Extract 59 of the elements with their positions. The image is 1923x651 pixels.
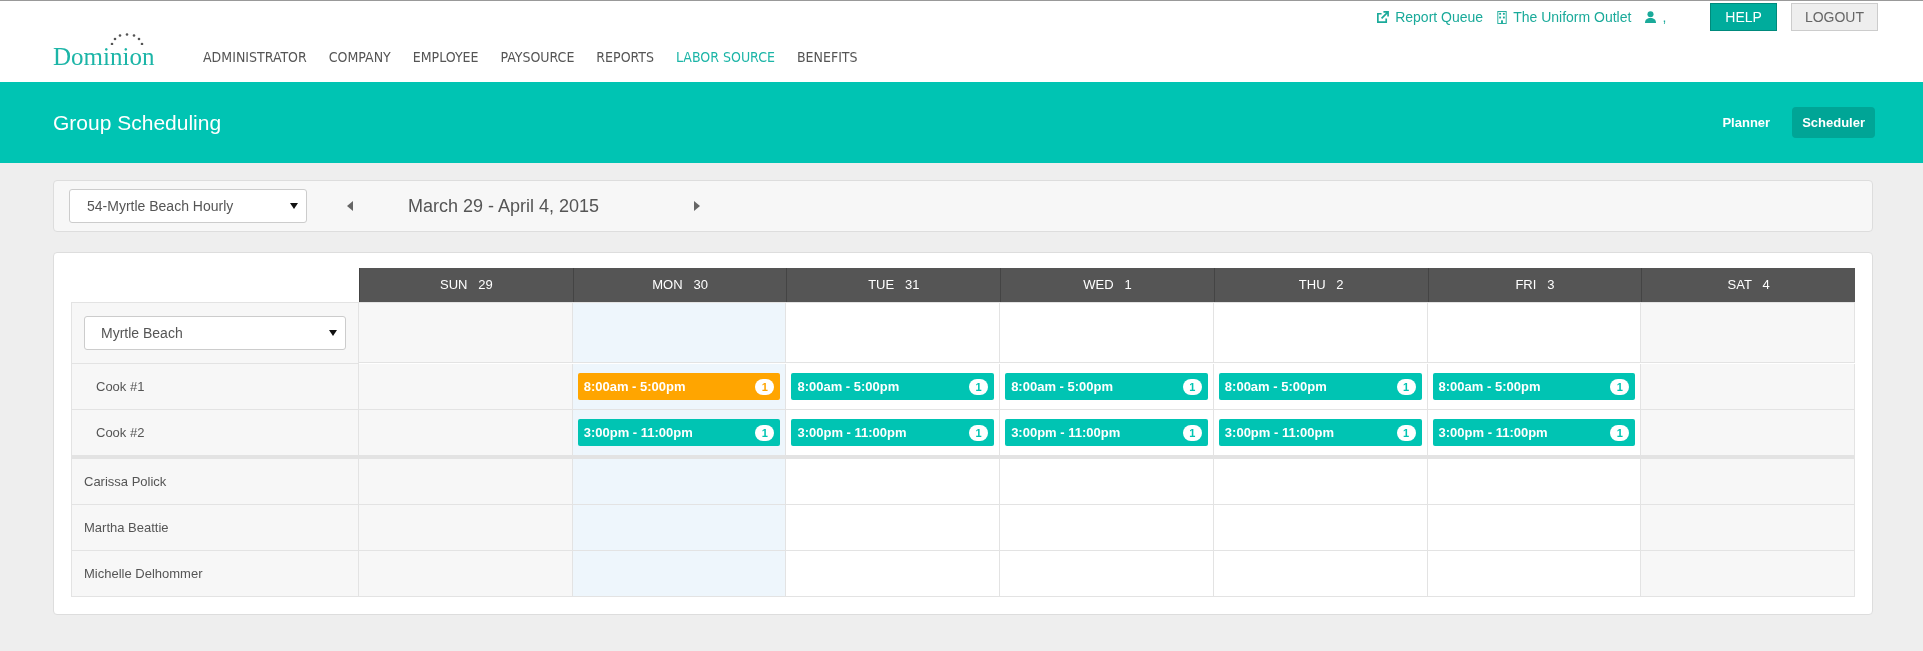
shift-block[interactable]: 3:00pm - 11:00pm 1 (577, 419, 781, 446)
employee-name: Michelle Delhommer (71, 551, 359, 597)
previous-arrow-icon[interactable] (347, 201, 353, 211)
role-name: Cook #2 (71, 410, 359, 459)
nav-item[interactable]: BENEFITS (796, 49, 858, 65)
nav-item[interactable]: LABOR SOURCE (676, 49, 775, 65)
count-badge: 1 (1182, 424, 1202, 441)
shift-block[interactable]: 3:00pm - 11:00pm 1 (1005, 419, 1208, 446)
schedule-select[interactable]: 54-Myrtle Beach Hourly (69, 189, 307, 223)
day-header: WED 1 (1000, 268, 1214, 302)
help-button[interactable]: HELP (1710, 3, 1777, 31)
day-header: SAT 4 (1641, 268, 1855, 302)
report-queue-link[interactable]: Report Queue (1376, 9, 1484, 25)
logo-text: Dominion (53, 43, 155, 70)
count-badge: 1 (1610, 424, 1630, 441)
count-badge: 1 (1182, 378, 1202, 395)
logout-button[interactable]: LOGOUT (1790, 3, 1878, 31)
user-icon (1645, 11, 1657, 23)
nav-item[interactable]: PAYSOURCE (500, 49, 575, 65)
date-range: March 29 - April 4, 2015 (408, 195, 600, 217)
next-arrow-icon[interactable] (694, 201, 701, 211)
count-badge: 1 (755, 424, 775, 441)
external-link-icon (1376, 10, 1390, 24)
employee-name: Martha Beattie (71, 505, 359, 551)
count-badge: 1 (1396, 424, 1416, 441)
caret-icon (290, 203, 298, 209)
shift-block[interactable]: 8:00am - 5:00pm 1 (1218, 373, 1422, 400)
shift-block[interactable]: 3:00pm - 11:00pm 1 (791, 419, 995, 446)
role-name: Cook #1 (71, 364, 359, 410)
shift-block[interactable]: 8:00am - 5:00pm 1 (1432, 373, 1636, 400)
count-badge: 1 (969, 424, 989, 441)
user-link[interactable]: , (1645, 9, 1667, 25)
nav-item[interactable]: REPORTS (596, 49, 654, 65)
caret-icon (329, 330, 337, 336)
shift-block[interactable]: 3:00pm - 11:00pm 1 (1432, 419, 1636, 446)
view-tab[interactable]: Scheduler (1792, 107, 1875, 138)
nav-item[interactable]: COMPANY (328, 49, 391, 65)
shift-block[interactable]: 8:00am - 5:00pm 1 (1005, 373, 1208, 400)
count-badge: 1 (969, 378, 989, 395)
shift-block[interactable]: 3:00pm - 11:00pm 1 (1218, 419, 1422, 446)
page-title: Group Scheduling (53, 110, 222, 135)
view-tab[interactable]: Planner (1712, 107, 1781, 138)
company-link[interactable]: The Uniform Outlet (1497, 9, 1632, 25)
day-header: SUN 29 (359, 268, 573, 302)
day-header: THU 2 (1213, 268, 1428, 302)
nav-item[interactable]: EMPLOYEE (412, 49, 479, 65)
day-header: FRI 3 (1427, 268, 1642, 302)
employee-name: Carissa Polick (71, 459, 359, 505)
shift-block[interactable]: 8:00am - 5:00pm 1 (791, 373, 995, 400)
building-icon (1497, 10, 1508, 24)
count-badge: 1 (1396, 378, 1416, 395)
day-header: TUE 31 (786, 268, 1001, 302)
count-badge: 1 (1610, 378, 1630, 395)
location-select[interactable]: Myrtle Beach (84, 316, 346, 350)
logo-dots-icon (110, 33, 144, 45)
count-badge: 1 (755, 378, 775, 395)
shift-block[interactable]: 8:00am - 5:00pm 1 (577, 373, 781, 400)
nav-item[interactable]: ADMINISTRATOR (203, 49, 307, 65)
day-header: MON 30 (572, 268, 787, 302)
